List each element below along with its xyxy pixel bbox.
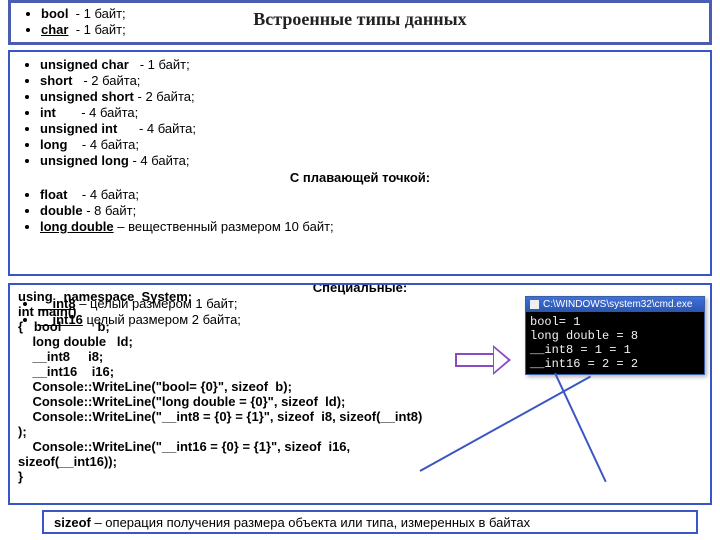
top-types-panel: bool - 1 байт; char - 1 байт; Встроенные… xyxy=(8,0,712,45)
list-item: short - 2 байта; xyxy=(40,73,698,88)
console-output: bool= 1 long double = 8 __int8 = 1 = 1 _… xyxy=(526,312,704,374)
console-titlebar: C:\WINDOWS\system32\cmd.exe xyxy=(526,297,704,312)
list-item: float - 4 байта; xyxy=(40,187,698,202)
float-types-list: float - 4 байта; double - 8 байт; long d… xyxy=(22,187,698,234)
sizeof-keyword: sizeof xyxy=(54,515,91,530)
sizeof-description: – операция получения размера объекта или… xyxy=(91,515,530,530)
list-item: unsigned char - 1 байт; xyxy=(40,57,698,72)
console-title-text: C:\WINDOWS\system32\cmd.exe xyxy=(543,299,692,310)
list-item: double - 8 байт; xyxy=(40,203,698,218)
list-item: unsigned int - 4 байта; xyxy=(40,121,698,136)
section-float-heading: С плавающей точкой: xyxy=(22,170,698,185)
list-item: unsigned short - 2 байта; xyxy=(40,89,698,104)
list-item: bool - 1 байт; xyxy=(41,6,697,21)
list-item: long double – вещественный размером 10 б… xyxy=(40,219,698,234)
integer-types-panel: unsigned char - 1 байт; short - 2 байта;… xyxy=(8,50,712,276)
arrow-icon xyxy=(455,345,515,375)
integer-types-list: unsigned char - 1 байт; short - 2 байта;… xyxy=(22,57,698,168)
list-item: int - 4 байта; xyxy=(40,105,698,120)
list-item: long - 4 байта; xyxy=(40,137,698,152)
list-item: unsigned long - 4 байта; xyxy=(40,153,698,168)
sizeof-note: sizeof – операция получения размера объе… xyxy=(42,510,698,534)
list-item: char - 1 байт; xyxy=(41,22,697,37)
top-types-list: bool - 1 байт; char - 1 байт; xyxy=(23,6,697,37)
cmd-icon xyxy=(530,300,539,309)
console-window: C:\WINDOWS\system32\cmd.exe bool= 1 long… xyxy=(525,296,705,375)
